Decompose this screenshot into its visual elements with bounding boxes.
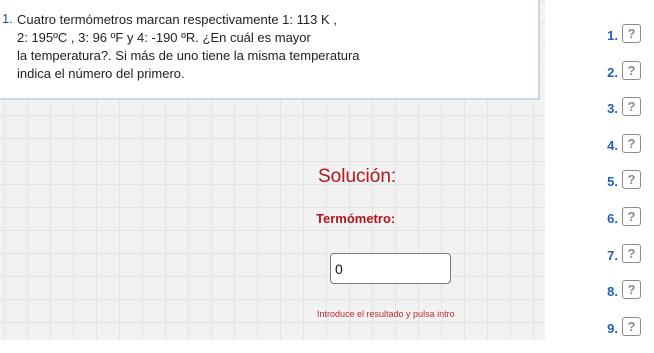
question-status-icon[interactable]: ? [622,243,641,263]
answer-hint: Introduce el resultado y pulsa intro [317,309,455,319]
question-link-2[interactable]: 2. [594,61,618,80]
question-list-item: 4. ? [594,133,641,171]
question-status-icon[interactable]: ? [622,316,641,336]
question-link-8[interactable]: 8. [594,280,618,299]
question-list-item: 8. ? [594,280,641,317]
question-number: 1. [2,11,13,26]
question-list-item: 9. ? [594,316,641,353]
question-link-6[interactable]: 6. [594,207,618,226]
question-link-1[interactable]: 1. [594,24,618,43]
question-status-icon[interactable]: ? [622,24,641,43]
answer-input[interactable] [330,253,451,284]
question-link-5[interactable]: 5. [594,170,618,189]
question-list-item: 6. ? [594,206,641,244]
question-list-item: 3. ? [594,97,641,134]
question-status-icon[interactable]: ? [622,60,641,80]
question-link-7[interactable]: 7. [594,244,618,263]
question-list: 1. ? 2. ? 3. ? 4. ? 5. ? 6. ? 7. ? 8. ? … [594,24,641,353]
question-link-4[interactable]: 4. [594,134,618,153]
question-status-icon[interactable]: ? [622,206,641,226]
question-status-icon[interactable]: ? [622,170,641,190]
question-list-item: 1. ? [594,24,641,61]
question-status-icon[interactable]: ? [622,97,641,117]
question-link-9[interactable]: 9. [594,317,618,336]
question-list-item: 2. ? [594,60,641,98]
thermometer-label: Termómetro: [316,211,396,226]
exercise-panel: 1. Cuatro termómetros marcan respectivam… [0,0,545,340]
question-list-item: 7. ? [594,243,641,281]
question-link-3[interactable]: 3. [594,97,618,116]
question-status-icon[interactable]: ? [622,133,641,153]
question-list-item: 5. ? [594,170,641,207]
question-box: 1. Cuatro termómetros marcan respectivam… [0,0,540,100]
question-status-icon[interactable]: ? [622,280,641,300]
solution-title: Solución: [318,166,397,187]
question-text: Cuatro termómetros marcan respectivament… [17,12,360,81]
